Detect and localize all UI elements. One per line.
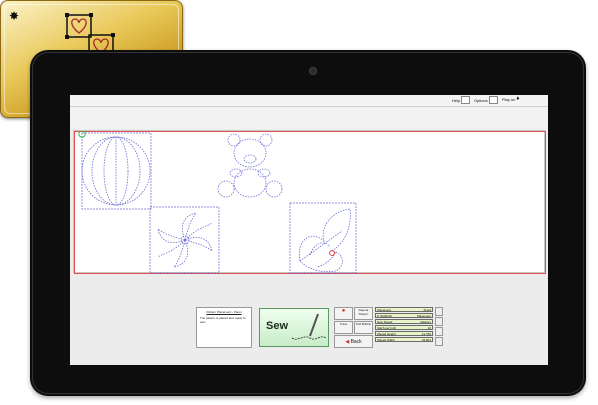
options-button[interactable]: Options <box>474 96 498 104</box>
message-panel: Pattern Placement - Panel The pattern is… <box>196 307 252 348</box>
sew-label: Sew <box>266 320 289 332</box>
status-row: Placement Fixed <box>375 307 433 312</box>
trace-button[interactable]: Trace <box>334 321 353 334</box>
camera-icon <box>309 67 317 75</box>
settings-button[interactable] <box>435 337 443 346</box>
top-toolbar: Help Options Play on ♦ <box>70 95 548 107</box>
help-button[interactable]: Help <box>452 96 471 104</box>
pull-bobbin-button[interactable]: Pull Bobbin <box>354 321 373 334</box>
expand-button[interactable] <box>435 327 443 336</box>
help-icon <box>461 96 471 104</box>
status-row: Placed Width 34.801 <box>375 337 433 342</box>
repeat-pattern-label-button[interactable]: Repeat Pattern <box>354 307 373 320</box>
play-button[interactable]: Play on ♦ <box>502 96 519 102</box>
repeat-icon: ● <box>341 308 346 314</box>
sew-button[interactable]: Sew <box>259 308 329 347</box>
app-screen: Help Options Play on ♦ Pattern Placement… <box>70 95 548 365</box>
status-row: P. Width/Ht Placement <box>375 313 433 318</box>
pattern-box-sphere <box>81 132 152 210</box>
sub-toolbar <box>70 107 548 129</box>
side-buttons <box>435 307 443 348</box>
status-row: Stitch per Inch 10 <box>375 325 433 330</box>
needle-icon <box>291 313 327 340</box>
action-buttons: ● Repeat Pattern Trace Pull Bobbin ◀ Bac… <box>334 307 374 348</box>
pattern-layer <box>78 131 357 274</box>
options-icon <box>488 96 498 104</box>
message-body: The pattern is placed and ready to sew. <box>200 316 246 324</box>
stitch-up-button[interactable] <box>435 307 443 316</box>
repeat-pattern-button[interactable]: ● <box>334 307 353 320</box>
status-row: Sew Speed Medium <box>375 319 433 324</box>
sparkle-icon: ✸ <box>9 9 20 23</box>
back-button[interactable]: ◀ Back <box>334 335 373 348</box>
teddy-bear-pattern <box>217 133 283 198</box>
tablet-device: Help Options Play on ♦ Pattern Placement… <box>30 50 586 396</box>
stitch-down-button[interactable] <box>435 317 443 326</box>
status-row: Placed Height 11.760 <box>375 331 433 336</box>
sphere-pattern <box>81 136 151 206</box>
back-arrow-icon: ◀ <box>345 339 350 345</box>
butterfly-pattern <box>298 208 351 273</box>
pinwheel-pattern <box>157 212 213 268</box>
play-icon: ♦ <box>516 96 520 102</box>
status-table: Placement Fixed P. Width/Ht Placement Sew … <box>375 307 433 348</box>
quilt-canvas[interactable] <box>73 130 546 274</box>
